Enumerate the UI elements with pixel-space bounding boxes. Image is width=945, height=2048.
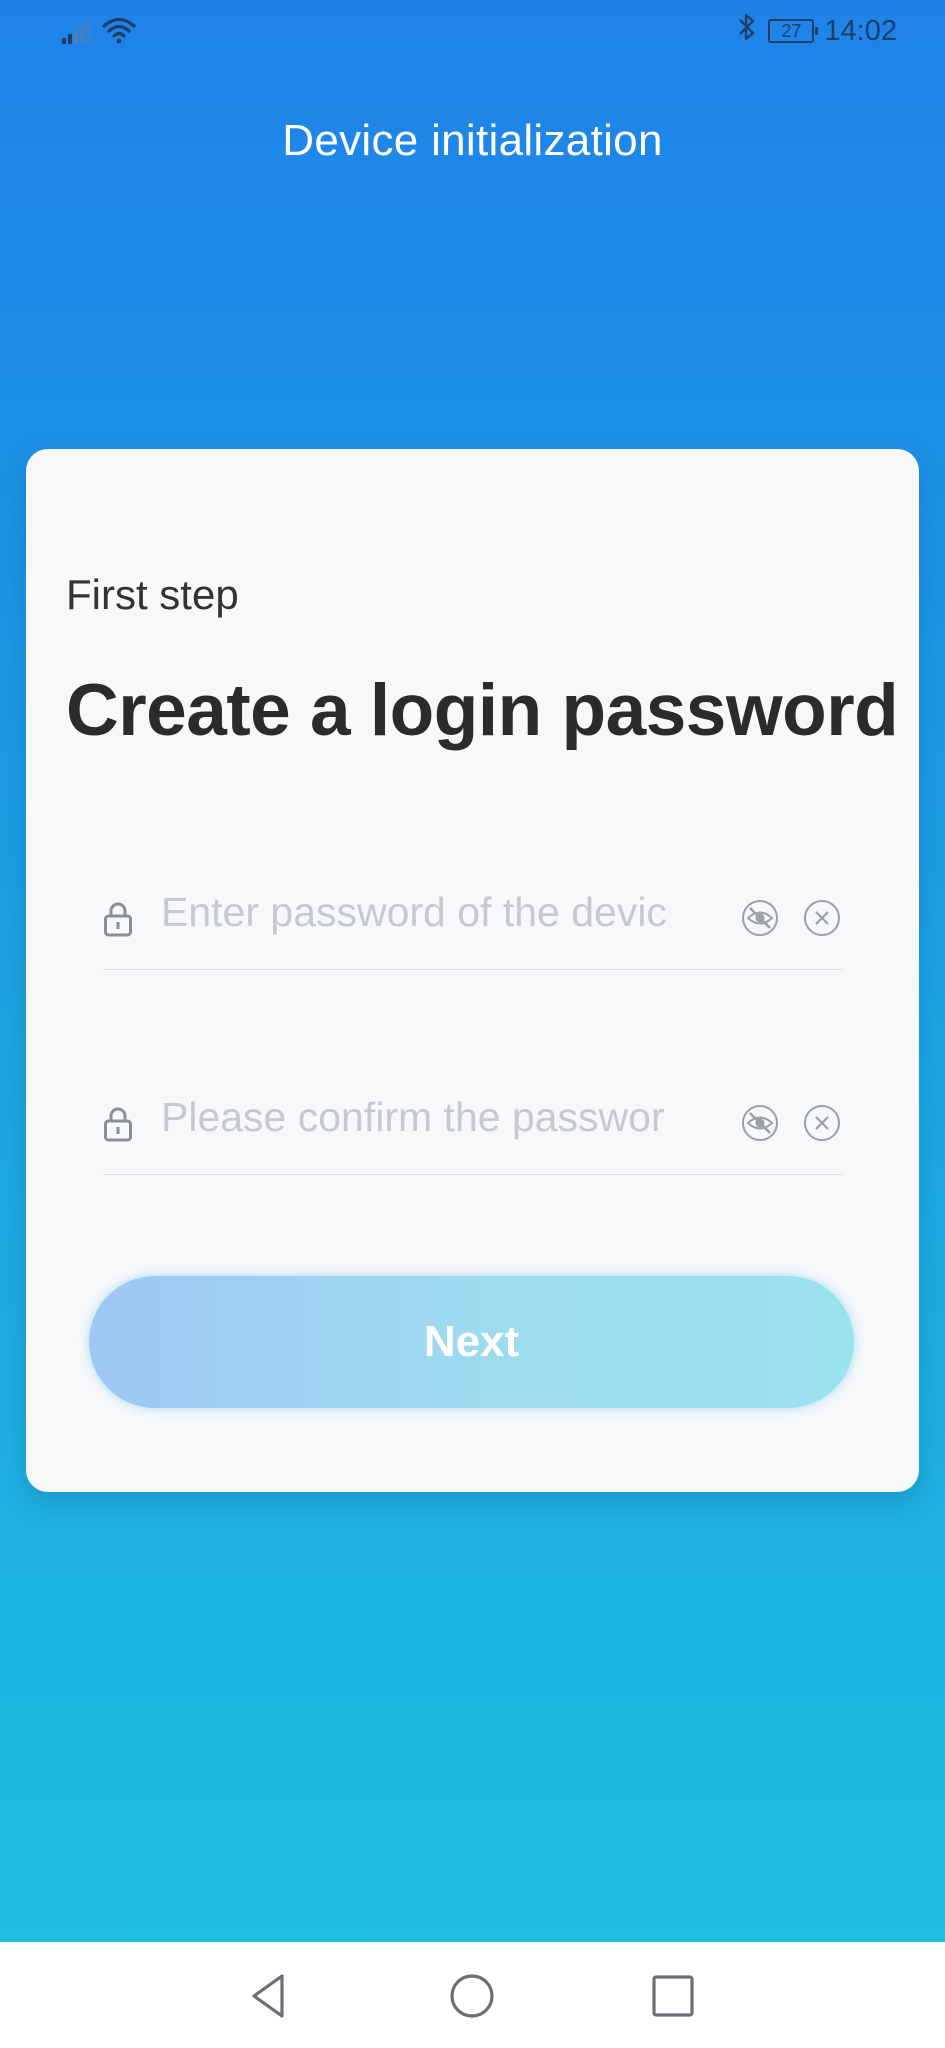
page-title: Device initialization <box>282 116 663 165</box>
navigation-bar <box>0 1942 945 2048</box>
battery-level: 27 <box>781 21 802 41</box>
clear-circle-icon[interactable] <box>803 899 841 937</box>
password-field[interactable]: Enter password of the devic <box>103 869 842 970</box>
bluetooth-icon <box>736 12 758 50</box>
app-screen: 27 14:02 Device initialization First ste… <box>0 0 945 1942</box>
back-triangle-icon[interactable] <box>242 1968 298 2024</box>
password-input[interactable]: Enter password of the devic <box>161 889 681 936</box>
eye-hidden-icon[interactable] <box>741 1104 779 1142</box>
home-circle-icon[interactable] <box>444 1968 500 2024</box>
eye-hidden-icon[interactable] <box>741 899 779 937</box>
next-button[interactable]: Next <box>89 1276 854 1408</box>
wifi-icon <box>102 16 136 49</box>
clear-circle-icon[interactable] <box>803 1104 841 1142</box>
confirm-password-input[interactable]: Please confirm the passwor <box>161 1094 681 1141</box>
status-left-group <box>62 16 136 49</box>
recents-square-icon[interactable] <box>645 1968 701 2024</box>
step-label: First step <box>66 571 239 618</box>
card-heading: Create a login password <box>66 670 899 751</box>
lock-icon <box>103 901 133 937</box>
setup-card: First step Create a login password Enter… <box>26 449 919 1492</box>
status-time: 14:02 <box>824 14 897 47</box>
status-right-group: 27 14:02 <box>736 12 897 50</box>
lock-icon <box>103 1106 133 1142</box>
status-bar: 27 14:02 <box>0 0 945 66</box>
battery-icon: 27 <box>768 19 819 43</box>
signal-bars-icon <box>62 20 92 49</box>
confirm-password-field[interactable]: Please confirm the passwor <box>103 1074 842 1175</box>
